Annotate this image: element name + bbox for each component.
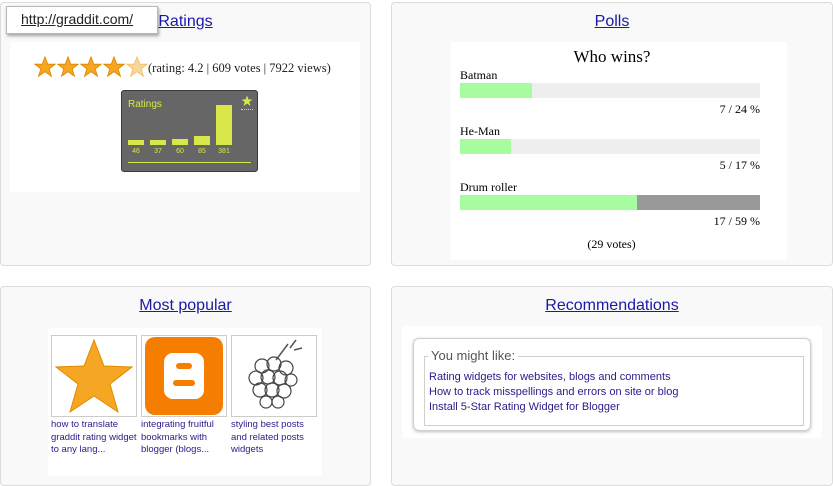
- poll-bar-fill: [460, 139, 511, 154]
- blogger-icon: [145, 337, 223, 415]
- star-filled-icon[interactable]: [103, 56, 125, 78]
- poll-option-label[interactable]: Drum roller: [460, 180, 517, 195]
- poll-result: 17 / 59 %: [713, 214, 760, 228]
- poll-bar-fill: [460, 195, 637, 210]
- recommendation-link[interactable]: Rating widgets for websites, blogs and c…: [429, 371, 671, 383]
- recommendation-link[interactable]: Install 5-Star Rating Widget for Blogger: [429, 401, 620, 413]
- polls-title[interactable]: Polls: [391, 13, 833, 31]
- popular-item[interactable]: integrating fruitful bookmarks with blog…: [141, 335, 227, 457]
- poll-result: 7 / 24 %: [719, 102, 760, 116]
- poll-question: Who wins?: [573, 47, 651, 66]
- poll-bar[interactable]: [460, 195, 760, 210]
- poll-bar[interactable]: [460, 83, 760, 98]
- star-filled-icon[interactable]: [34, 56, 56, 78]
- poll-option-label[interactable]: Batman: [460, 68, 497, 83]
- star-rating[interactable]: [34, 56, 149, 78]
- widget-title: Ratings: [128, 99, 162, 110]
- popular-thumbnail[interactable]: [231, 335, 317, 417]
- poll-bar-fill: [460, 83, 532, 98]
- recommendations-box: You might like: Rating widgets for websi…: [413, 338, 811, 431]
- widget-bar: [128, 140, 144, 145]
- star-empty-icon[interactable]: [126, 56, 148, 78]
- widget-bar: [194, 136, 210, 145]
- star-filled-icon[interactable]: [80, 56, 102, 78]
- rating-summary: (rating: 4.2 | 609 votes | 7922 views): [148, 61, 331, 75]
- widget-baseline: [128, 162, 251, 163]
- popular-item-text[interactable]: styling best posts and related posts wid…: [231, 419, 317, 457]
- rating-chart-widget[interactable]: Ratings 46 37 60 85 381: [121, 90, 258, 172]
- widget-bar: [216, 105, 232, 145]
- widget-bar-label: 37: [154, 148, 162, 155]
- most-popular-title[interactable]: Most popular: [0, 297, 371, 315]
- widget-bar: [150, 140, 166, 145]
- star-icon: [54, 338, 134, 414]
- widget-bar-label: 60: [176, 148, 184, 155]
- popular-item-text[interactable]: integrating fruitful bookmarks with blog…: [141, 419, 227, 457]
- raspberry-icon: [248, 339, 303, 409]
- star-icon: [241, 95, 253, 106]
- poll-option-label[interactable]: He-Man: [460, 124, 500, 139]
- poll-bar[interactable]: [460, 139, 760, 154]
- popular-thumbnail[interactable]: [51, 335, 137, 417]
- widget-divider: [241, 109, 253, 110]
- recommendations-title[interactable]: Recommendations: [391, 297, 833, 315]
- recommendation-link[interactable]: How to track misspellings and errors on …: [429, 386, 678, 398]
- popular-item-text[interactable]: how to translate graddit rating widget t…: [51, 419, 137, 457]
- widget-bar-label: 381: [218, 148, 230, 155]
- widget-bar: [172, 139, 188, 145]
- url-tooltip: http://graddit.com/: [6, 6, 158, 34]
- widget-bar-label: 46: [132, 148, 140, 155]
- poll-result: 5 / 17 %: [719, 158, 760, 172]
- widget-bar-label: 85: [198, 148, 206, 155]
- recommendations-legend: You might like:: [428, 348, 519, 363]
- popular-item[interactable]: how to translate graddit rating widget t…: [51, 335, 137, 457]
- star-filled-icon[interactable]: [57, 56, 79, 78]
- poll-total: (29 votes): [587, 237, 636, 251]
- popular-thumbnail[interactable]: [141, 335, 227, 417]
- popular-item[interactable]: styling best posts and related posts wid…: [231, 335, 317, 457]
